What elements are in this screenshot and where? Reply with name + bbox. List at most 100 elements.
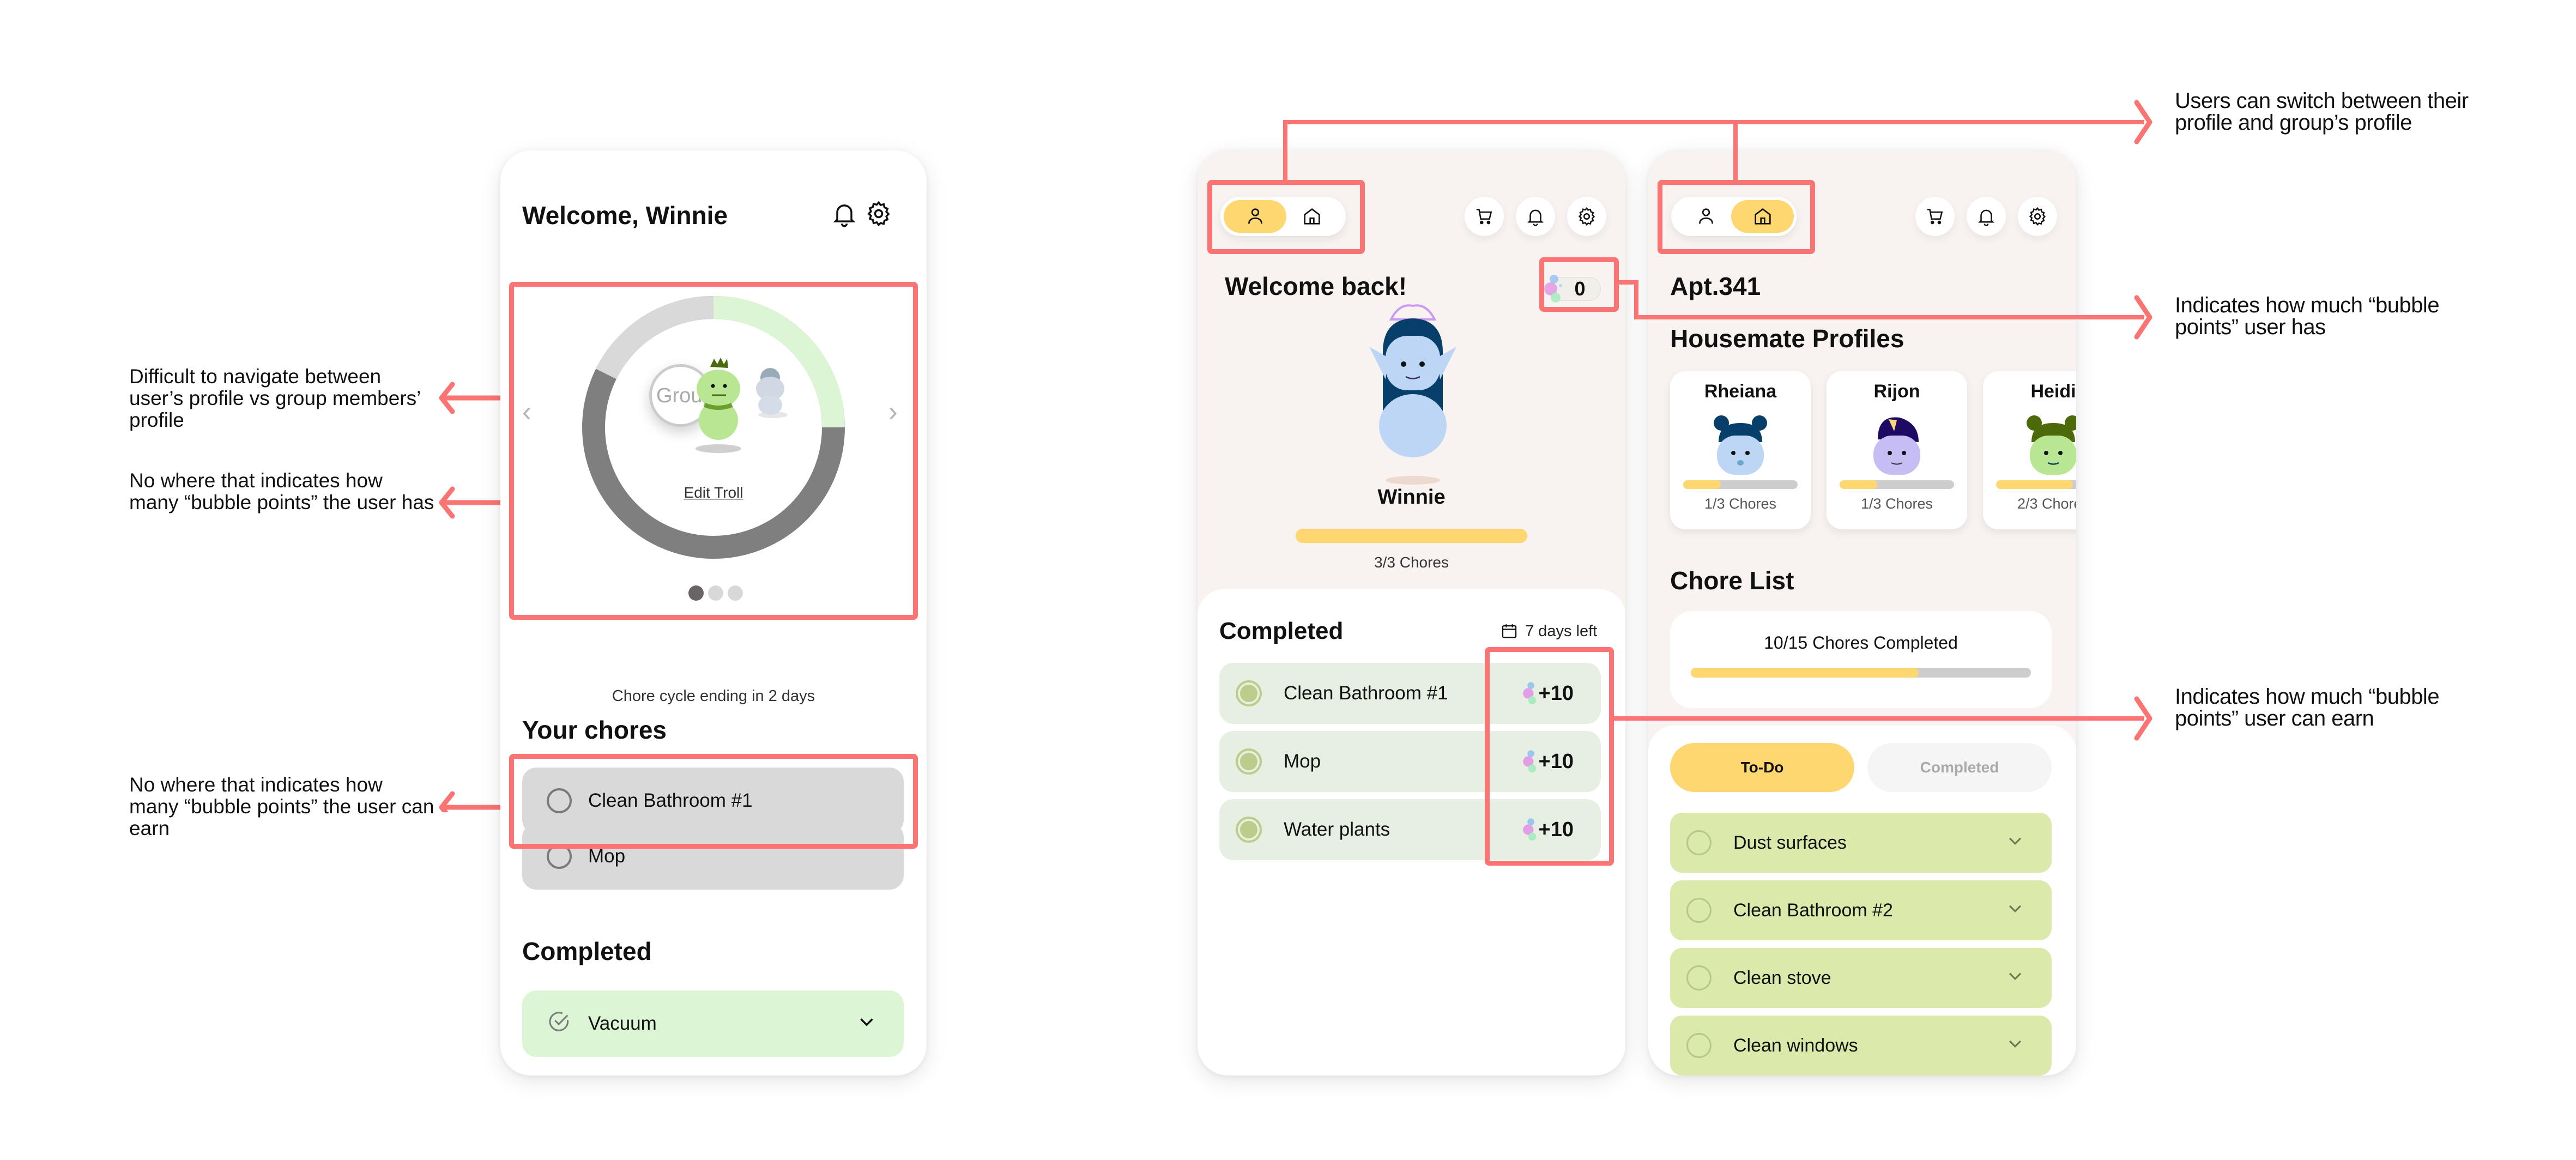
completed-heading: Completed	[1219, 618, 1344, 644]
chore-label: Dust surfaces	[1733, 832, 1847, 853]
completed-heading: Completed	[522, 937, 652, 965]
radio-checked-icon[interactable]	[1236, 748, 1262, 775]
radio-unchecked-icon[interactable]	[1686, 898, 1712, 923]
chevron-down-icon[interactable]	[2006, 831, 2024, 855]
shop-button[interactable]	[1915, 197, 1955, 236]
chore-label: Mop	[588, 845, 626, 867]
connector	[1634, 280, 1638, 318]
annotation-toggle: Users can switch between their profile a…	[2175, 89, 2469, 135]
housemate-progress-fill	[1840, 480, 1878, 489]
group-screen: Apt.341 Housemate Profiles Rheiana 1/3 C…	[1648, 150, 2076, 1076]
chevron-down-icon[interactable]	[2006, 966, 2024, 990]
arrow-left-3	[439, 791, 512, 812]
days-left-label: 7 days left	[1525, 622, 1598, 640]
highlight-chore	[509, 754, 918, 849]
radio-checked-icon[interactable]	[1236, 817, 1262, 843]
user-progress-fill	[1296, 529, 1527, 543]
cart-icon	[1476, 209, 1492, 225]
arrow-left-1	[439, 382, 512, 414]
user-progress-bar	[1296, 529, 1527, 543]
connector	[1617, 280, 1634, 285]
housemates-heading: Housemate Profiles	[1670, 324, 1904, 353]
tab-todo[interactable]: To-Do	[1670, 743, 1854, 792]
todo-chore-row[interactable]: Dust surfaces	[1670, 813, 2052, 873]
todo-chore-row[interactable]: Clean windows	[1670, 1016, 2052, 1076]
gear-icon	[2029, 207, 2046, 226]
housemate-progress-bar	[1683, 480, 1798, 489]
todo-chore-row[interactable]: Clean stove	[1670, 948, 2052, 1008]
chore-label: Vacuum	[588, 1013, 657, 1034]
housemate-card[interactable]: Rheiana 1/3 Chores	[1670, 371, 1811, 529]
tab-completed[interactable]: Completed	[1867, 743, 2052, 792]
housemate-name: Rheiana	[1704, 381, 1777, 402]
bell-icon	[1527, 209, 1544, 226]
highlight-points-badge	[1539, 257, 1619, 312]
connector	[1733, 120, 1738, 182]
settings-button[interactable]	[2018, 197, 2057, 236]
housemate-progress-fill	[1996, 480, 2073, 489]
connector	[1634, 315, 2144, 319]
arrow-left-2	[439, 486, 512, 519]
check-circle-icon	[547, 1009, 572, 1039]
housemate-progress-bar	[1840, 480, 1954, 489]
chore-label: Mop	[1284, 751, 1321, 772]
settings-button[interactable]	[1567, 197, 1606, 236]
completed-chore-item[interactable]: Vacuum	[522, 990, 904, 1057]
connector	[1283, 120, 2144, 124]
your-chores-heading: Your chores	[522, 716, 667, 744]
annotation-earn-missing: No where that indicates how many “bubble…	[129, 774, 434, 839]
connector	[1612, 716, 2144, 721]
arrowhead-3	[2134, 696, 2152, 741]
gear-icon[interactable]	[864, 200, 893, 228]
housemate-avatar	[2027, 415, 2076, 475]
radio-unchecked-icon[interactable]	[1686, 965, 1712, 990]
notifications-button[interactable]	[1516, 197, 1555, 236]
radio-unchecked-icon[interactable]	[1686, 1033, 1712, 1058]
bell-icon	[1978, 209, 1994, 226]
annotation-navigation-issue: Difficult to navigate between user’s pro…	[129, 365, 420, 431]
housemate-progress-label: 1/3 Chores	[1860, 496, 1933, 512]
radio-checked-icon[interactable]	[1236, 680, 1262, 706]
winnie-troll-avatar	[1369, 304, 1456, 485]
days-left: 7 days left	[1500, 622, 1597, 641]
welcome-heading: Welcome back!	[1225, 272, 1407, 300]
annotation-arrowheads-right	[2134, 100, 2152, 741]
todo-chore-row[interactable]: Clean Bathroom #2	[1670, 880, 2052, 940]
chore-list-heading: Chore List	[1670, 566, 1794, 595]
gear-icon	[1578, 207, 1595, 226]
housemate-avatar	[1873, 417, 1920, 475]
group-title: Apt.341	[1670, 272, 1761, 300]
shop-button[interactable]	[1465, 197, 1504, 236]
housemate-avatar	[1714, 415, 1767, 475]
chore-label: Clean windows	[1733, 1035, 1858, 1056]
user-progress-label: 3/3 Chores	[1374, 554, 1449, 571]
chore-label: Clean stove	[1733, 967, 1831, 988]
annotation-points-shown: Indicates how much “bubble points” user …	[2175, 293, 2440, 339]
highlight-toggle-profile	[1207, 180, 1365, 254]
housemate-card[interactable]: Heidi 2/3 Chores	[1983, 371, 2076, 529]
group-progress-bar	[1691, 668, 2031, 678]
highlight-toggle-group	[1658, 180, 1815, 254]
housemate-card[interactable]: Rijon 1/3 Chores	[1827, 371, 1967, 529]
page-title: Welcome, Winnie	[522, 201, 728, 229]
cart-icon	[1927, 209, 1943, 225]
chevron-down-icon[interactable]	[857, 1012, 876, 1036]
user-name: Winnie	[1377, 486, 1446, 509]
annotation-points-missing: No where that indicates how many “bubble…	[129, 469, 434, 513]
chevron-down-icon[interactable]	[2006, 899, 2024, 922]
calendar-icon	[1502, 624, 1517, 638]
group-summary-label: 10/15 Chores Completed	[1764, 633, 1958, 652]
radio-unchecked-icon[interactable]	[1686, 830, 1712, 855]
housemate-progress-label: 2/3 Chores	[2017, 496, 2076, 512]
housemate-progress-label: 1/3 Chores	[1704, 496, 1777, 512]
chevron-down-icon[interactable]	[2006, 1034, 2024, 1058]
arrowhead-2	[2134, 295, 2152, 340]
highlight-earn-points	[1485, 647, 1614, 866]
arrowhead-1	[2134, 100, 2152, 144]
notifications-button[interactable]	[1967, 197, 2006, 236]
chore-list-sheet: To-Do Completed Dust surfaces Clean Bath…	[1648, 726, 2076, 1076]
bell-icon[interactable]	[830, 200, 858, 228]
highlight-carousel	[509, 282, 918, 620]
cycle-status: Chore cycle ending in 2 days	[612, 687, 815, 705]
housemate-progress-fill	[1683, 480, 1721, 489]
